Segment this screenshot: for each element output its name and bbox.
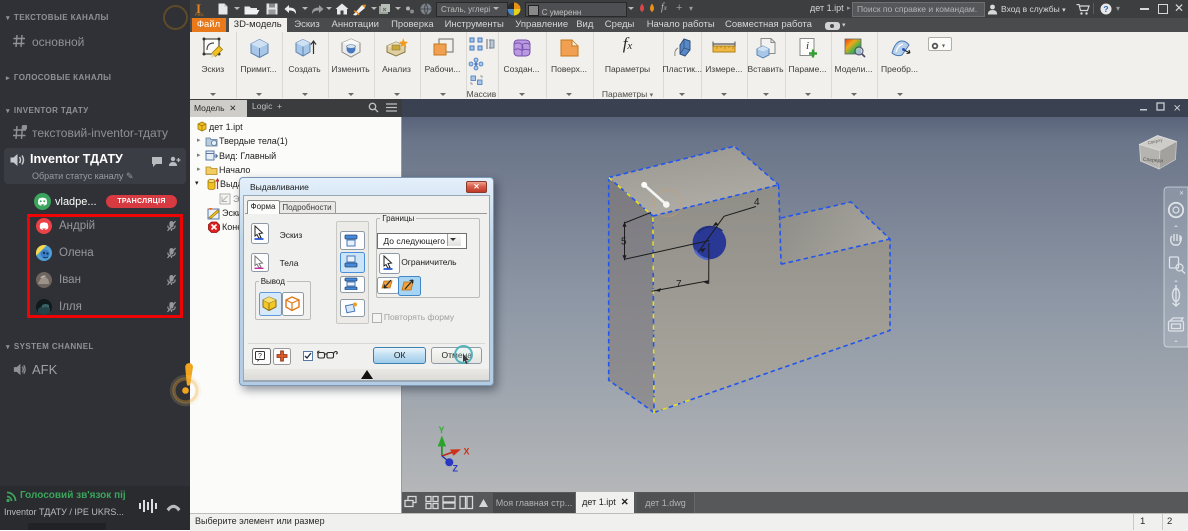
svg-text:i: i [806,40,809,52]
svg-text:4: 4 [754,197,760,208]
svg-text:7: 7 [676,279,682,290]
svg-text:✕: ✕ [1173,104,1181,115]
svg-text:Z: Z [453,464,459,474]
svg-text:Y: Y [439,425,445,435]
svg-text:✕: ✕ [1179,191,1184,197]
svg-text:5: 5 [621,237,627,248]
svg-text:X: X [464,447,470,457]
svg-text:?: ? [258,353,262,360]
svg-text:?: ? [1103,4,1108,14]
